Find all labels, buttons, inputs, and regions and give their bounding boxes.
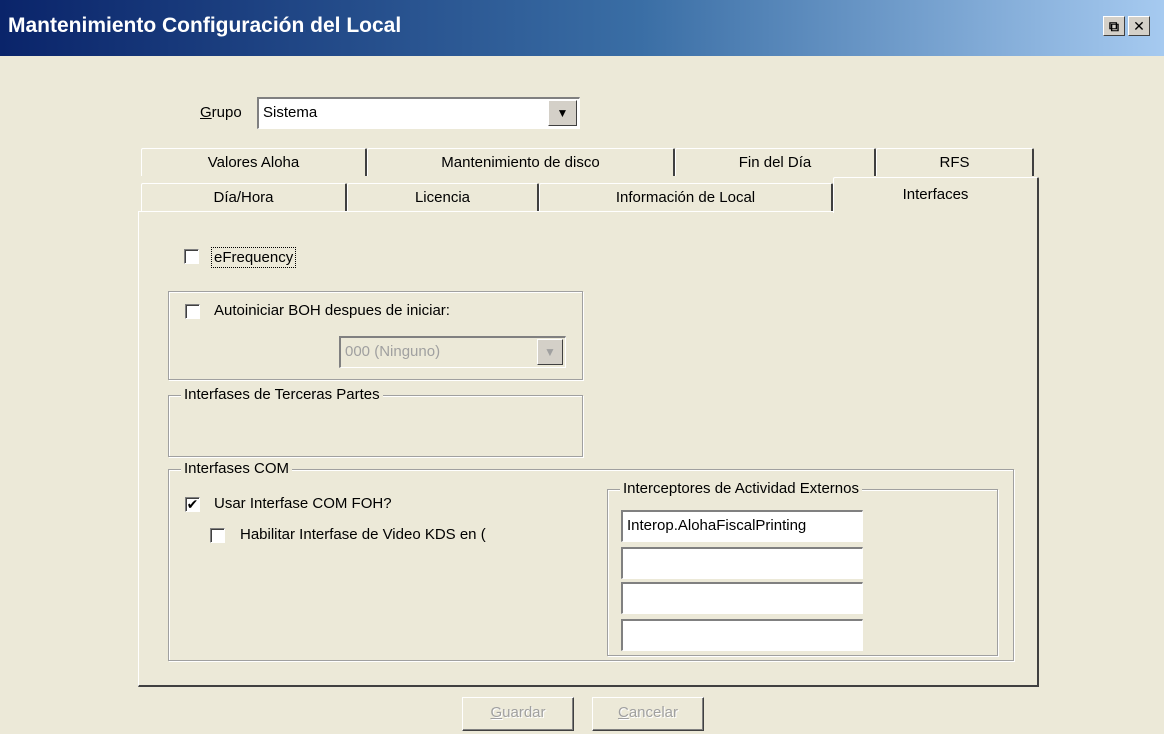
video-kds-checkbox[interactable]	[210, 528, 225, 543]
window-title: Mantenimiento Configuración del Local	[8, 14, 402, 37]
guardar-button-label: uardar	[502, 704, 546, 721]
title-bar: Mantenimiento Configuración del Local ⧉ …	[0, 0, 1164, 56]
cancelar-button[interactable]: Cancelar	[592, 697, 704, 731]
guardar-button[interactable]: Guardar	[462, 697, 574, 731]
tab-rfs[interactable]: RFS	[876, 148, 1034, 176]
grupo-label-text: rupo	[211, 104, 242, 121]
efrequency-label: eFrequency	[211, 247, 297, 268]
tab-informacion-local[interactable]: Información de Local	[539, 183, 833, 211]
restore-icon[interactable]: ⧉	[1103, 16, 1125, 36]
tab-mantenimiento-disco[interactable]: Mantenimiento de disco	[367, 148, 675, 176]
autoiniciar-checkbox[interactable]	[185, 304, 200, 319]
interfases-com-legend: Interfases COM	[181, 460, 293, 477]
autoiniciar-label: Autoiniciar BOH despues de iniciar:	[214, 302, 450, 319]
tab-valores-aloha[interactable]: Valores Aloha	[141, 148, 367, 176]
grupo-select[interactable]: Sistema	[257, 97, 580, 129]
terceras-partes-legend: Interfases de Terceras Partes	[181, 386, 383, 403]
interceptores-legend: Interceptores de Actividad Externos	[620, 480, 862, 497]
grupo-dropdown-arrow-icon[interactable]: ▼	[548, 100, 577, 126]
tab-dia-hora[interactable]: Día/Hora	[141, 183, 347, 211]
grupo-select-value: Sistema	[263, 104, 318, 121]
interceptor-field-1[interactable]: Interop.AlohaFiscalPrinting	[621, 510, 863, 542]
autoiniciar-select-value: 000 (Ninguno)	[345, 343, 441, 360]
usar-com-foh-label: Usar Interfase COM FOH?	[214, 495, 392, 512]
tab-interfaces[interactable]: Interfaces	[833, 177, 1039, 213]
autoiniciar-select[interactable]: 000 (Ninguno)	[339, 336, 566, 368]
interceptor-field-2[interactable]	[621, 547, 863, 579]
cancelar-button-label: ancelar	[628, 704, 679, 721]
tab-licencia[interactable]: Licencia	[347, 183, 539, 211]
efrequency-checkbox[interactable]	[184, 249, 199, 264]
interceptores-group: Interceptores de Actividad Externos Inte…	[607, 480, 998, 656]
close-icon[interactable]: ✕	[1128, 16, 1150, 36]
interceptor-field-4[interactable]	[621, 619, 863, 651]
interceptor-field-3[interactable]	[621, 582, 863, 614]
grupo-label: Grupo	[200, 104, 242, 121]
terceras-partes-group: Interfases de Terceras Partes	[168, 386, 583, 457]
interfases-com-group: Interfases COM ✔ Usar Interfase COM FOH?…	[168, 460, 1014, 661]
video-kds-label: Habilitar Interfase de Video KDS en (	[240, 526, 486, 543]
autoiniciar-dropdown-arrow-icon[interactable]: ▼	[537, 339, 563, 365]
usar-com-foh-checkbox[interactable]: ✔	[185, 497, 200, 512]
tab-fin-del-dia[interactable]: Fin del Día	[675, 148, 876, 176]
autoiniciar-group: Autoiniciar BOH despues de iniciar: 000 …	[168, 291, 583, 380]
